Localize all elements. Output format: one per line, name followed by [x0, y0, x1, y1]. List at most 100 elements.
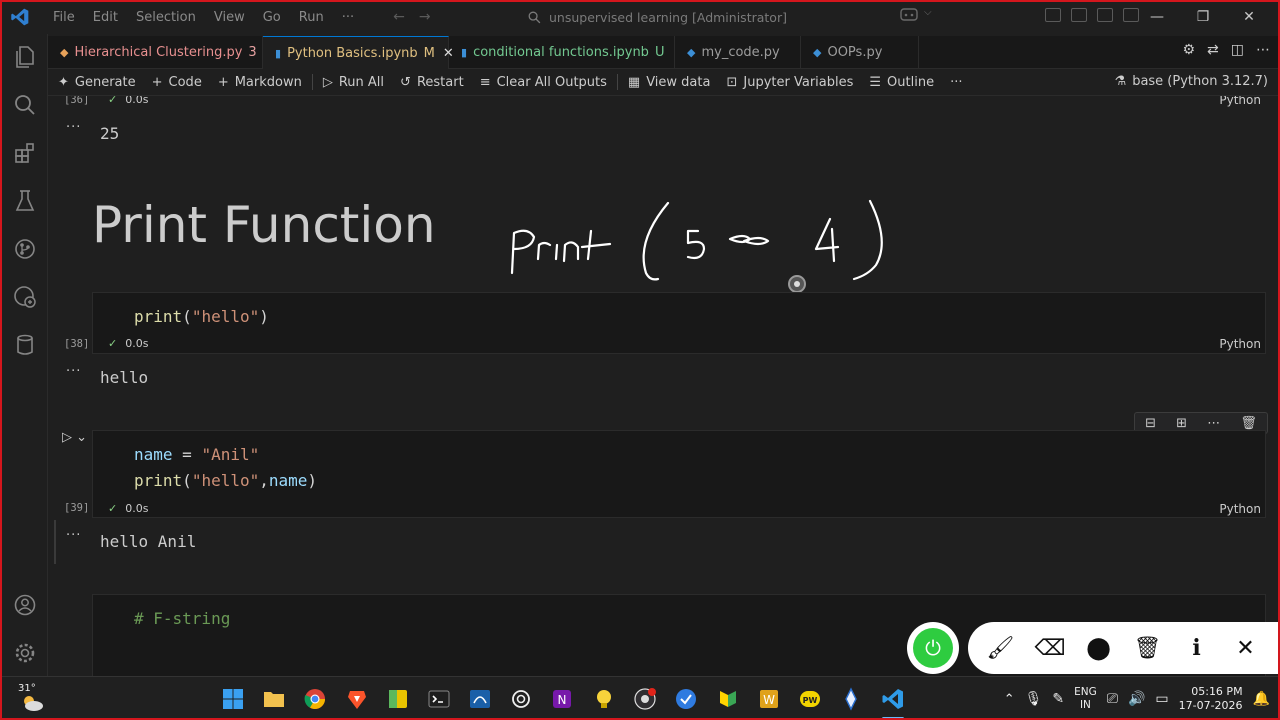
compare-changes-icon[interactable]: ⇄ [1207, 42, 1219, 58]
word-icon[interactable]: W [757, 687, 781, 711]
vscode-logo-icon [11, 8, 29, 26]
minimize-icon[interactable]: — [1134, 9, 1180, 25]
brave-browser-icon[interactable] [345, 687, 369, 711]
menu-go[interactable]: Go [254, 10, 290, 25]
toggle-panel-icon[interactable] [1097, 8, 1113, 22]
windows-start-icon[interactable] [221, 687, 245, 711]
run-cell-icon[interactable]: ▷ ⌄ [62, 430, 87, 445]
language-indicator[interactable]: ENG IN [1074, 686, 1097, 712]
pen-brush-icon[interactable]: 🖌 [986, 636, 1016, 661]
markdown-heading: Print Function [92, 196, 436, 254]
menu-selection[interactable]: Selection [127, 10, 205, 25]
remote-explorer-icon[interactable] [12, 284, 38, 310]
account-icon[interactable] [12, 592, 38, 618]
pw-app-icon[interactable]: PW [798, 687, 822, 711]
database-icon[interactable] [12, 332, 38, 358]
run-all-button[interactable]: ▷ Run All [315, 75, 392, 90]
run-by-line-icon[interactable]: ⊟ [1145, 416, 1156, 431]
testing-flask-icon[interactable] [12, 188, 38, 214]
terminal-icon[interactable] [427, 687, 451, 711]
command-center-search[interactable]: unsupervised learning [Administrator] [528, 6, 798, 28]
restart-button[interactable]: ↺ Restart [392, 75, 472, 90]
onenote-icon[interactable]: N [550, 687, 574, 711]
pen-input-icon[interactable]: ✎ [1052, 691, 1064, 707]
menu-edit[interactable]: Edit [84, 10, 127, 25]
pen-tool-icon[interactable] [839, 687, 863, 711]
add-markdown-cell-button[interactable]: + Markdown [210, 75, 310, 90]
cell-language[interactable]: Python [1219, 337, 1261, 351]
vscode-taskbar-icon[interactable] [881, 687, 905, 711]
sql-server-icon[interactable] [468, 687, 492, 711]
eraser-icon[interactable]: ⌫ [1035, 636, 1066, 661]
weather-cloud-icon [24, 696, 43, 711]
sparkle-icon: ✦ [58, 74, 69, 90]
extensions-icon[interactable] [12, 140, 38, 166]
info-icon[interactable]: i [1182, 635, 1212, 661]
view-data-button[interactable]: ▦ View data [620, 75, 719, 90]
search-view-icon[interactable] [12, 92, 38, 118]
microphone-icon[interactable]: 🎙 [1025, 691, 1043, 707]
todo-check-icon[interactable] [674, 687, 698, 711]
menu-view[interactable]: View [205, 10, 254, 25]
split-editor-icon[interactable]: ◫ [1231, 42, 1244, 58]
tab-python-basics[interactable]: ▮ Python Basics.ipynb M ✕ [263, 36, 454, 69]
clear-outputs-button[interactable]: ≡ Clear All Outputs [472, 75, 615, 90]
close-drawing-icon[interactable]: ✕ [1231, 636, 1261, 661]
layout-customize-icon[interactable] [1045, 8, 1061, 22]
tab-hierarchical-clustering[interactable]: ◆ Hierarchical Clustering.py 3 [48, 36, 263, 69]
output-menu-icon[interactable]: ··· [66, 364, 81, 379]
output-menu-icon[interactable]: ··· [66, 528, 81, 543]
volume-icon[interactable]: 🔊 [1128, 691, 1145, 707]
pen-cursor-icon [788, 275, 806, 293]
copilot-menu[interactable]: ⌵ [900, 7, 932, 23]
jupyter-variables-label: Jupyter Variables [743, 74, 854, 90]
forward-arrow-icon[interactable]: → [419, 9, 431, 25]
notifications-bell-icon[interactable]: 🔔 [1253, 691, 1270, 707]
settings-gear-icon[interactable] [12, 640, 38, 666]
cell-language[interactable]: Python [1219, 502, 1261, 516]
back-arrow-icon[interactable]: ← [393, 9, 405, 25]
network-icon[interactable]: ⎚ [1107, 691, 1118, 707]
tab-oops[interactable]: ◆ OOPs.py [801, 36, 919, 69]
clear-drawing-icon[interactable]: 🗑 [1133, 636, 1163, 661]
output-menu-icon[interactable]: ··· [66, 120, 81, 135]
restore-icon[interactable]: ❐ [1180, 9, 1226, 25]
menu-file[interactable]: File [44, 10, 84, 25]
taskbar-clock[interactable]: 05:16 PM 17-07-2026 [1179, 685, 1243, 713]
code-paren: ) [307, 471, 318, 490]
plus-icon: + [151, 74, 163, 90]
explorer-icon[interactable] [12, 44, 38, 70]
chrome-icon[interactable] [303, 687, 327, 711]
source-control-icon[interactable] [12, 236, 38, 262]
menu-run[interactable]: Run [290, 10, 333, 25]
shapes-icon[interactable]: ⬤ [1084, 636, 1114, 661]
tab-my-code[interactable]: ◆ my_code.py [675, 36, 801, 69]
run-all-label: Run All [338, 74, 385, 90]
add-code-cell-button[interactable]: + Code [144, 75, 210, 90]
clear-all-icon: ≡ [479, 74, 491, 90]
more-toolbar-button[interactable]: ··· [942, 75, 970, 90]
generate-button[interactable]: ✦ Generate [48, 75, 144, 90]
settings-gear-icon[interactable]: ⚙ [1182, 42, 1195, 58]
more-actions-icon[interactable]: ⋯ [1256, 42, 1270, 58]
split-cell-icon[interactable]: ⊞ [1176, 416, 1187, 431]
notes-app-icon[interactable] [386, 687, 410, 711]
chevron-up-icon[interactable]: ⌃ [1004, 692, 1015, 707]
toggle-sidebar-icon[interactable] [1071, 8, 1087, 22]
more-cell-actions-icon[interactable]: ⋯ [1207, 416, 1220, 431]
sheets-app-icon[interactable] [716, 687, 740, 711]
drawing-power-button[interactable]: ⏻ [907, 622, 959, 674]
file-explorer-icon[interactable] [262, 687, 286, 711]
cell-language[interactable]: Python [1219, 96, 1261, 107]
kernel-picker[interactable]: ⚗ base (Python 3.12.7) [1115, 74, 1268, 89]
chatgpt-icon[interactable] [509, 687, 533, 711]
delete-cell-icon[interactable]: 🗑 [1240, 416, 1257, 431]
menu-more[interactable]: ··· [333, 10, 363, 25]
jupyter-variables-button[interactable]: ⊡ Jupyter Variables [718, 75, 861, 90]
outline-button[interactable]: ☰ Outline [861, 75, 942, 90]
close-window-icon[interactable]: ✕ [1226, 9, 1272, 25]
obs-record-icon[interactable] [633, 687, 657, 711]
tips-bulb-icon[interactable] [592, 687, 616, 711]
battery-icon[interactable]: ▭ [1155, 691, 1168, 707]
tab-conditional-functions[interactable]: ▮ conditional functions.ipynb U [449, 36, 675, 69]
